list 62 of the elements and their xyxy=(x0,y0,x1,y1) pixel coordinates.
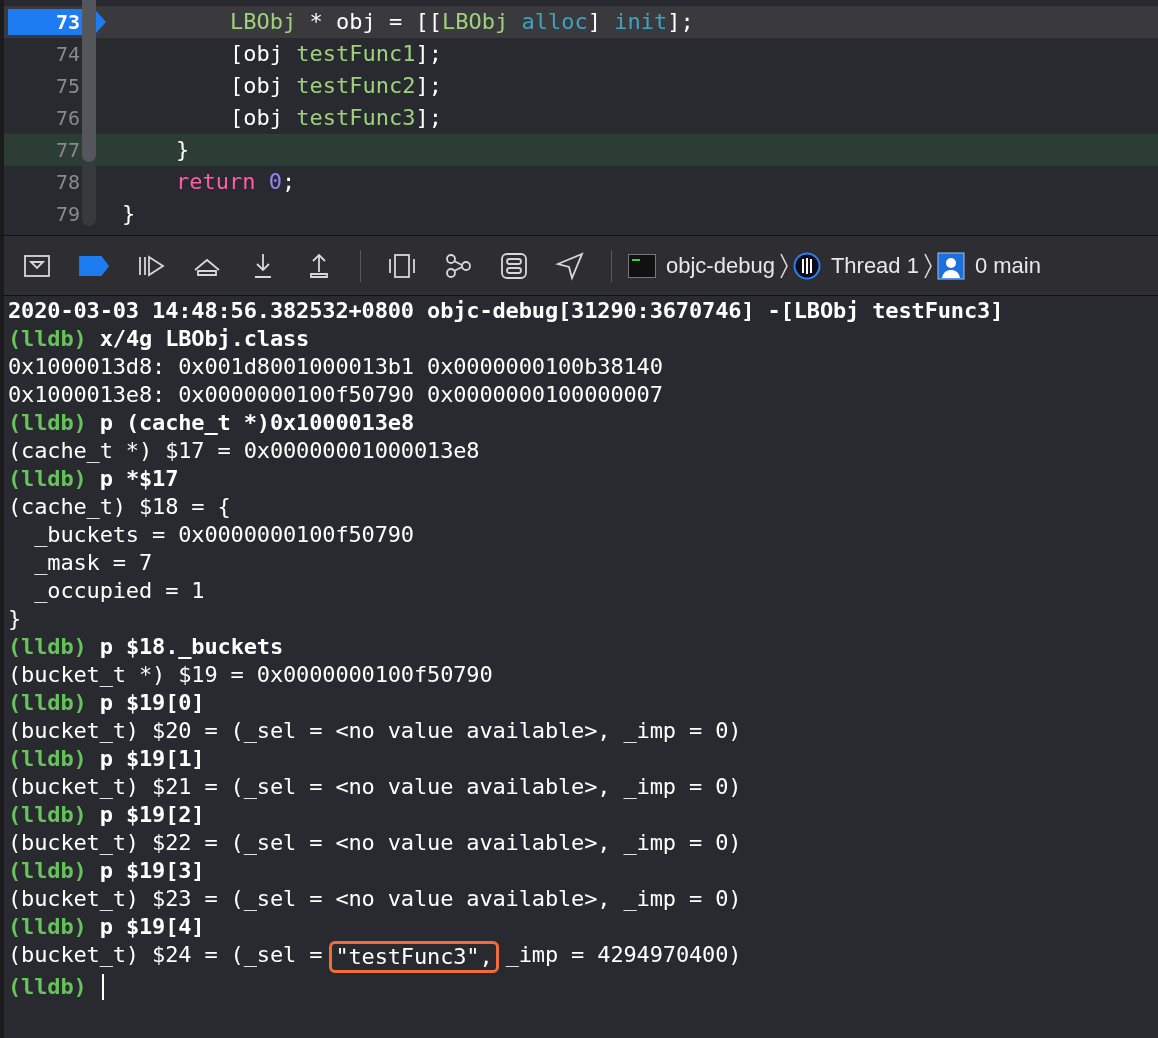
lldb-prompt: (lldb) xyxy=(8,801,87,829)
code-line: LBObj * obj = [[LBObj alloc] init]; xyxy=(229,8,694,36)
breadcrumb-item[interactable]: objc-debug xyxy=(628,249,775,282)
output-line: (bucket_t) $21 = (_sel = <no value available>, _imp = 0) xyxy=(8,773,743,801)
output-line: (cache_t) $18 = { xyxy=(8,493,232,521)
output-text: _imp = 4294970400) xyxy=(504,941,742,969)
code-line: } xyxy=(121,200,136,228)
lldb-prompt: (lldb) xyxy=(8,409,87,437)
line-number: 73 xyxy=(55,9,81,36)
code-line: [obj testFunc2]; xyxy=(229,72,442,100)
command-text: p *$17 xyxy=(99,465,179,493)
output-line: (bucket_t *) $19 = 0x0000000100f50790 xyxy=(8,661,494,689)
chevron-icon xyxy=(778,251,789,280)
line-number: 76 xyxy=(55,105,81,132)
code-line: return 0; xyxy=(175,168,296,196)
command-text: p (cache_t *)0x1000013e8 xyxy=(99,409,414,437)
command-text: p $19[4] xyxy=(99,913,205,941)
output-line: (bucket_t) $23 = (_sel = <no value available>, _imp = 0) xyxy=(8,885,743,913)
line-number: 77 xyxy=(55,137,81,164)
toggles-icon[interactable] xyxy=(499,250,529,281)
lldb-prompt: (lldb) xyxy=(8,325,87,353)
output-line: (cache_t *) $17 = 0x00000001000013e8 xyxy=(8,437,481,465)
output-line: } xyxy=(8,605,23,633)
text-cursor xyxy=(101,974,104,1000)
terminal-icon xyxy=(628,253,656,278)
thread-icon xyxy=(792,251,821,280)
highlighted-value: "testFunc3", xyxy=(329,941,499,973)
command-text: p $19[1] xyxy=(99,745,205,773)
line-number: 74 xyxy=(55,41,81,68)
breadcrumb-item[interactable]: 0 main xyxy=(936,249,1041,282)
lldb-prompt: (lldb) xyxy=(8,633,87,661)
chevron-icon xyxy=(922,251,933,280)
scrollbar[interactable] xyxy=(82,0,96,162)
output-line: (bucket_t) $20 = (_sel = <no value available>, _imp = 0) xyxy=(8,717,743,745)
command-text: x/4g LBObj.class xyxy=(99,325,310,353)
output-line: 0x1000013d8: 0x001d8001000013b1 0x0000000100b38140 xyxy=(8,353,664,381)
code-line: } xyxy=(175,136,190,164)
line-number: 79 xyxy=(55,201,81,228)
lldb-prompt: (lldb) xyxy=(8,973,87,1001)
lldb-prompt: (lldb) xyxy=(8,913,87,941)
command-text: p $19[0] xyxy=(99,689,205,717)
person-icon xyxy=(936,251,965,280)
lldb-prompt: (lldb) xyxy=(8,745,87,773)
output-line: _mask = 7 xyxy=(33,549,154,577)
output-line: _buckets = 0x0000000100f50790 xyxy=(33,521,415,549)
command-text: p $18._buckets xyxy=(99,633,284,661)
output-text: (bucket_t) $24 = (_sel = xyxy=(8,941,324,969)
location-icon[interactable] xyxy=(555,250,585,281)
log-line: 2020-03-03 14:48:56.382532+0800 objc-debug[31290:3670746] -[LBObj testFunc3] xyxy=(8,297,1005,325)
lldb-prompt: (lldb) xyxy=(8,857,87,885)
line-number: 78 xyxy=(55,169,81,196)
output-line: _occupied = 1 xyxy=(33,577,206,605)
code-line: [obj testFunc1]; xyxy=(229,40,442,68)
lldb-prompt: (lldb) xyxy=(8,689,87,717)
line-number: 75 xyxy=(55,73,81,100)
code-line: [obj testFunc3]; xyxy=(229,104,442,132)
breadcrumb-item[interactable]: Thread 1 xyxy=(792,249,919,282)
command-text: p $19[3] xyxy=(99,857,205,885)
output-line: 0x1000013e8: 0x0000000100f50790 0x0000000100000007 xyxy=(8,381,664,409)
lldb-prompt: (lldb) xyxy=(8,465,87,493)
command-text: p $19[2] xyxy=(99,801,205,829)
output-line: (bucket_t) $22 = (_sel = <no value available>, _imp = 0) xyxy=(8,829,743,857)
